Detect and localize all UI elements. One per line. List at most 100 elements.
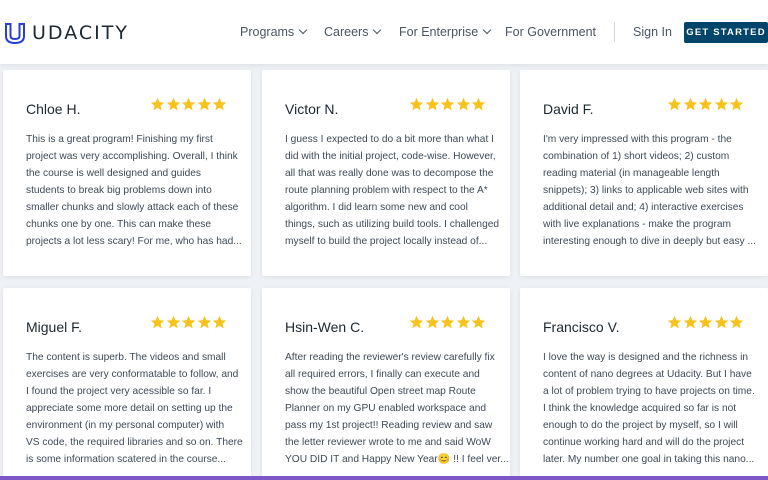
- review-text-line: is some information scatered in the cour…: [26, 454, 226, 465]
- review-card: Chloe H. This is a great program! Finish…: [3, 70, 251, 276]
- chevron-down-icon: [298, 25, 308, 35]
- star-icon: [166, 315, 180, 329]
- star-icon: [729, 97, 744, 111]
- review-text-line: YOU DID IT and Happy New Year😊 !! I feel…: [285, 454, 509, 465]
- review-text-line: After reading the reviewer's review care…: [285, 352, 495, 363]
- review-text-line: reading material (in manageable length: [543, 168, 720, 179]
- review-text-line: appreciate some more detail on setting u…: [26, 403, 233, 414]
- review-text-line: pass my 1st project!! Reading review and…: [285, 420, 493, 431]
- review-card: Francisco V. I love the way is designed …: [520, 288, 768, 478]
- star-rating: [409, 315, 487, 330]
- nav-enterprise-label: For Enterprise: [399, 25, 479, 39]
- sign-in-link[interactable]: Sign In: [633, 25, 672, 39]
- star-icon: [440, 315, 455, 329]
- star-icon: [456, 315, 470, 329]
- review-text: After reading the reviewer's review care…: [285, 349, 509, 468]
- review-text-line: show the beautiful Open street map Route: [285, 386, 476, 397]
- nav-enterprise[interactable]: For Enterprise: [399, 25, 492, 39]
- review-text-line: project was very accomplishing. Overall,…: [26, 151, 238, 162]
- star-icon: [150, 97, 165, 111]
- review-text-line: with live explanations - make the progra…: [543, 219, 731, 230]
- star-icon: [425, 315, 439, 329]
- nav-government-label: For Government: [505, 25, 597, 39]
- star-icon: [425, 97, 439, 111]
- review-text-line: I think the knowledge acquired so far is…: [543, 403, 737, 414]
- review-text-line: a lot of problem trying to have projects…: [543, 386, 755, 397]
- review-text-line: the course is well designed and guides: [26, 168, 201, 179]
- top-navigation: UDACITY Programs Careers For Enterprise …: [0, 0, 768, 64]
- review-text-line: projects a lot less scary! For me, who h…: [26, 236, 242, 247]
- reviewer-name: Chloe H.: [26, 101, 81, 117]
- review-text-line: algorithm. I did learn some new and cool: [285, 202, 468, 213]
- review-text-line: students to break big problems down into: [26, 185, 212, 196]
- star-rating: [667, 315, 745, 330]
- chevron-down-icon: [373, 25, 382, 35]
- star-icon: [456, 97, 470, 111]
- review-text: The content is superb. The videos and sm…: [26, 349, 243, 468]
- star-icon: [667, 97, 682, 111]
- nav-programs-label: Programs: [240, 25, 295, 39]
- review-text: I'm very impressed with this program - t…: [543, 131, 756, 250]
- review-text-line: I guess I expected to do a bit more than…: [285, 134, 494, 145]
- star-icon: [683, 97, 697, 111]
- review-text: I guess I expected to do a bit more than…: [285, 131, 499, 250]
- star-icon: [212, 97, 227, 111]
- review-card: Hsin-Wen C. After reading the reviewer's…: [262, 288, 510, 478]
- star-icon: [150, 315, 165, 329]
- review-text-line: The content is superb. The videos and sm…: [26, 352, 226, 363]
- star-icon: [698, 97, 713, 111]
- reviewer-name: David F.: [543, 101, 594, 117]
- review-text-line: all that was really done was to decompos…: [285, 168, 494, 179]
- nav-divider: [614, 22, 615, 42]
- star-icon: [197, 97, 211, 111]
- star-icon: [729, 315, 744, 329]
- nav-programs[interactable]: Programs: [240, 25, 308, 39]
- review-text-line: chunks one by one. This can make these: [26, 219, 211, 230]
- star-icon: [181, 315, 196, 329]
- review-text: I love the way is designed and the richn…: [543, 349, 755, 468]
- review-text-line: VS code, the required libraries and so o…: [26, 437, 243, 448]
- star-icon: [197, 315, 211, 329]
- accent-bar: [0, 476, 768, 480]
- star-icon: [471, 97, 486, 111]
- review-text-line: I found the project very acessible so fa…: [26, 386, 212, 397]
- star-icon: [212, 315, 227, 329]
- review-card: Victor N. I guess I expected to do a bit…: [262, 70, 510, 276]
- review-text: This is a great program! Finishing my fi…: [26, 131, 242, 250]
- nav-government[interactable]: For Government: [505, 25, 596, 39]
- review-text-line: additional detail and; 4) interactive ex…: [543, 202, 744, 213]
- review-text-line: route planning problem with respect to t…: [285, 185, 488, 196]
- reviewer-name: Hsin-Wen C.: [285, 319, 365, 335]
- star-icon: [440, 97, 455, 111]
- review-text-line: Planner on my GPU enabled workspace and: [285, 403, 487, 414]
- star-icon: [166, 97, 180, 111]
- udacity-logo[interactable]: UDACITY: [4, 20, 129, 46]
- review-text-line: environment (in my personal computer) wi…: [26, 420, 225, 431]
- star-icon: [409, 315, 424, 329]
- star-icon: [667, 315, 682, 329]
- get-started-button[interactable]: GET STARTED: [684, 22, 768, 43]
- review-text-line: snippets); 3) links to applicable web si…: [543, 185, 749, 196]
- star-rating: [409, 97, 487, 112]
- star-icon: [714, 97, 728, 111]
- star-icon: [471, 315, 486, 329]
- star-icon: [409, 97, 424, 111]
- review-text-line: I'm very impressed with this program - t…: [543, 134, 732, 145]
- nav-careers[interactable]: Careers: [324, 25, 382, 39]
- star-rating: [667, 97, 745, 112]
- review-text-line: later. My number one goal in taking this…: [543, 454, 755, 465]
- review-text-line: content of nano degrees at Udacity. But …: [543, 369, 752, 380]
- review-text-line: I love the way is designed and the richn…: [543, 352, 749, 363]
- star-icon: [714, 315, 728, 329]
- reviewer-name: Miguel F.: [26, 319, 83, 335]
- udacity-logo-icon: [5, 23, 25, 45]
- star-icon: [683, 315, 697, 329]
- review-text-line: combination of 1) short videos; 2) custo…: [543, 151, 730, 162]
- review-text-line: enough to do the project by myself, so I…: [543, 420, 738, 431]
- review-text-line: did with the initial project, code-wise.…: [285, 151, 496, 162]
- star-icon: [698, 315, 713, 329]
- review-text-line: exercises are very conformatable to foll…: [26, 369, 239, 380]
- review-card: Miguel F. The content is superb. The vid…: [3, 288, 251, 478]
- nav-careers-label: Careers: [324, 25, 369, 39]
- review-text-line: smaller chunks and slowly attack each of…: [26, 202, 239, 213]
